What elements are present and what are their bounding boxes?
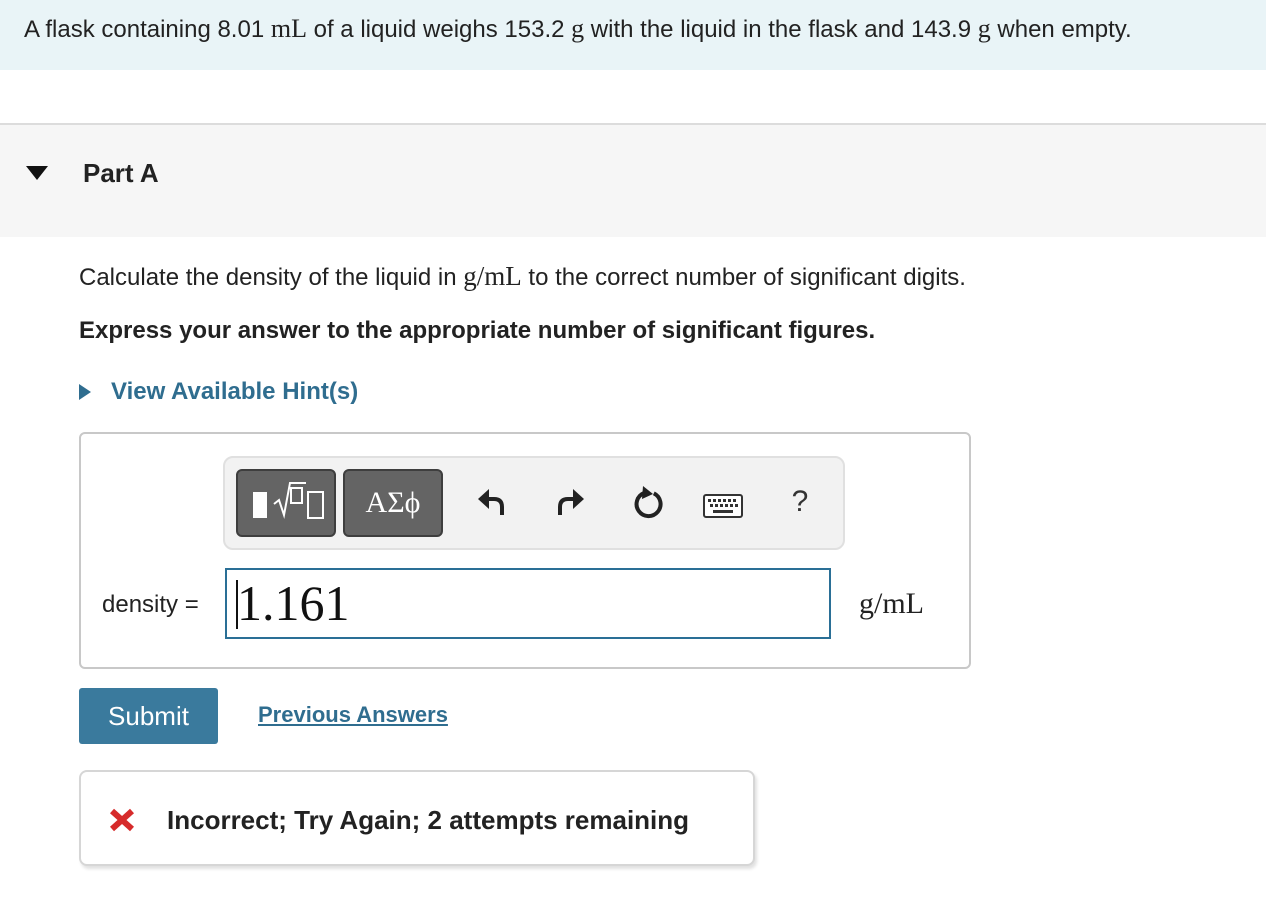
question-text-1: Calculate the density of the liquid in bbox=[79, 264, 464, 291]
help-icon[interactable]: ? bbox=[783, 484, 817, 520]
problem-text-3: with the liquid in the flask and 143.9 bbox=[584, 16, 978, 43]
problem-text-1: A flask containing 8.01 bbox=[24, 16, 271, 43]
text-caret bbox=[236, 580, 238, 629]
previous-answers-link[interactable]: Previous Answers bbox=[258, 700, 448, 730]
answer-instruction: Express your answer to the appropriate n… bbox=[79, 317, 876, 344]
mass-unit-2: g bbox=[977, 14, 991, 43]
expand-triangle-icon[interactable] bbox=[79, 384, 91, 400]
problem-text-4: when empty. bbox=[990, 16, 1132, 43]
problem-text-2: of a liquid weighs 153.2 bbox=[306, 16, 572, 43]
greek-symbols-button[interactable]: ΑΣϕ bbox=[343, 469, 443, 537]
question-text: Calculate the density of the liquid in g… bbox=[79, 260, 966, 294]
templates-sqrt-icon bbox=[253, 482, 324, 519]
x-icon bbox=[109, 808, 135, 832]
math-toolbar: ΑΣϕ ? bbox=[223, 456, 845, 550]
answer-units: g/mL bbox=[859, 587, 924, 620]
mass-unit-1: g bbox=[571, 14, 585, 43]
part-a-header[interactable]: Part A bbox=[0, 125, 1266, 237]
answer-label: density = bbox=[102, 591, 199, 618]
problem-statement-banner: A flask containing 8.01 mL of a liquid w… bbox=[0, 0, 1266, 70]
greek-symbols-label: ΑΣϕ bbox=[365, 486, 421, 519]
feedback-message: Incorrect; Try Again; 2 attempts remaini… bbox=[167, 805, 690, 835]
keyboard-icon[interactable] bbox=[703, 494, 743, 518]
view-hints-label[interactable]: View Available Hint(s) bbox=[111, 376, 358, 408]
collapse-triangle-icon[interactable] bbox=[26, 166, 48, 180]
problem-statement: A flask containing 8.01 mL of a liquid w… bbox=[24, 14, 1132, 45]
part-title: Part A bbox=[83, 158, 159, 188]
question-text-2: to the correct number of significant dig… bbox=[521, 264, 966, 291]
answer-box: ΑΣϕ ? density = 1.161 g/mL bbox=[79, 432, 971, 669]
redo-icon[interactable] bbox=[555, 487, 585, 517]
reset-icon[interactable] bbox=[628, 485, 664, 521]
templates-button[interactable] bbox=[236, 469, 336, 537]
volume-unit: mL bbox=[270, 14, 307, 43]
answer-input[interactable]: 1.161 bbox=[225, 568, 831, 639]
undo-icon[interactable] bbox=[477, 487, 507, 517]
answer-value: 1.161 bbox=[237, 575, 350, 631]
submit-button[interactable]: Submit bbox=[79, 688, 218, 744]
feedback-box: Incorrect; Try Again; 2 attempts remaini… bbox=[79, 770, 755, 866]
question-unit: g/mL bbox=[463, 261, 522, 291]
